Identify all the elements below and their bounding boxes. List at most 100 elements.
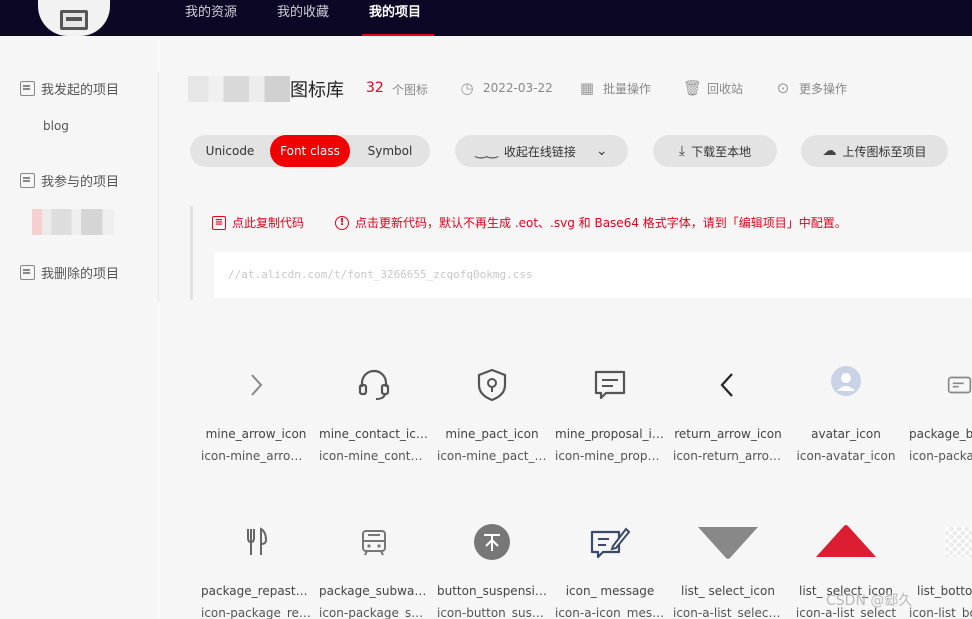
icon-tile[interactable]: avatar_icon icon-avatar_icon xyxy=(787,355,905,475)
icon-name: avatar_icon xyxy=(811,427,881,441)
icon-class: icon-package_repast_icon xyxy=(201,606,315,619)
tab-symbol[interactable]: Symbol xyxy=(350,135,430,167)
checker-icon xyxy=(905,512,972,572)
headset-icon xyxy=(315,355,433,415)
icon-count: 32 xyxy=(366,80,384,96)
icon-tile[interactable]: button_suspension icon-button_suspension xyxy=(433,512,551,619)
page-title: 图标库 xyxy=(290,80,344,101)
created-date-text: 2022-03-22 xyxy=(483,81,553,95)
icon-class: icon-package_subway_icon xyxy=(319,606,433,619)
sidebar-item-initiated[interactable]: 我发起的项目 xyxy=(20,79,119,98)
recycle-bin-label: 回收站 xyxy=(707,81,744,96)
chevron-right-icon xyxy=(197,355,315,415)
icon-class: icon-avatar_icon xyxy=(796,449,896,463)
sidebar-project-blog[interactable]: blog xyxy=(43,119,69,133)
icon-name: mine_proposal_icon xyxy=(555,427,669,441)
icon-name: mine_arrow_icon xyxy=(205,427,307,441)
icon-name: package_repast_icon xyxy=(201,584,315,598)
recycle-bin-button[interactable]: 🗑 回收站 xyxy=(683,79,743,97)
icon-name: mine_pact_icon xyxy=(445,427,539,441)
icon-tile[interactable]: mine_pact_icon icon-mine_pact_icon xyxy=(433,355,551,475)
icon-tile[interactable]: package_b icon-packa xyxy=(905,355,972,475)
alert-icon: ! xyxy=(335,215,349,230)
icon-class: icon-button_suspension xyxy=(437,606,551,619)
clock-icon: ◷ xyxy=(460,79,474,97)
mascot-logo xyxy=(38,0,110,36)
icon-class: icon-mine_proposal_icon xyxy=(555,449,669,463)
subway-icon xyxy=(315,512,433,572)
icon-name: list_ select_icon xyxy=(681,584,775,598)
icon-class: icon-list_bo xyxy=(909,606,972,619)
icon-tile[interactable]: return_arrow_icon icon-return_arrow_icon xyxy=(669,355,787,475)
nav-my-favorites[interactable]: 我的收藏 xyxy=(277,0,329,36)
document-icon xyxy=(20,81,35,96)
nav-my-projects[interactable]: 我的项目 xyxy=(369,0,421,36)
upload-label: 上传图标至项目 xyxy=(842,144,927,159)
icon-tile[interactable]: icon_ message icon-a-icon_message xyxy=(551,512,669,619)
update-code-button[interactable]: ! 点击更新代码，默认不再生成 .eot、.svg 和 Base64 格式字体，… xyxy=(335,214,847,231)
more-actions-label: 更多操作 xyxy=(799,81,848,96)
chevron-left-icon xyxy=(669,355,787,415)
trash-icon: 🗑 xyxy=(683,79,703,97)
format-tabs: Unicode Font class Symbol xyxy=(190,135,430,167)
icon-tile[interactable]: package_subway_icon icon-package_subway_… xyxy=(315,512,433,619)
document-icon xyxy=(20,265,35,280)
more-dots-icon: ⊙ xyxy=(776,79,790,97)
cloud-upload-icon: ☁ xyxy=(822,143,837,159)
card-icon xyxy=(905,355,972,415)
fork-knife-icon xyxy=(197,512,315,572)
chevron-down-icon: ⌄ xyxy=(595,143,608,159)
icon-class: icon-packa xyxy=(909,449,972,463)
icon-name: return_arrow_icon xyxy=(674,427,782,441)
css-link-field[interactable]: //at.alicdn.com/t/font_3266655_zcqofq0ok… xyxy=(214,252,972,298)
sidebar-item-deleted[interactable]: 我删除的项目 xyxy=(20,263,119,282)
icon-name: package_b xyxy=(909,427,972,441)
message-edit-icon xyxy=(551,512,669,572)
icon-name: button_suspension xyxy=(437,584,550,598)
chat-icon xyxy=(551,355,669,415)
shield-icon xyxy=(433,355,551,415)
sidebar-item-label: 我参与的项目 xyxy=(41,175,120,190)
icon-class: icon-mine_contact_icon xyxy=(319,449,433,463)
collapse-link-button[interactable]: ‿‿ 收起在线链接 ⌄ xyxy=(455,135,628,167)
collapse-link-label: 收起在线链接 xyxy=(503,144,576,159)
copy-code-button[interactable]: ≡ 点此复制代码 xyxy=(212,214,304,231)
tab-unicode[interactable]: Unicode xyxy=(190,135,270,167)
eye-closed-icon: ‿‿ xyxy=(475,143,498,159)
sidebar-item-joined[interactable]: 我参与的项目 xyxy=(20,171,119,190)
icon-tile[interactable]: mine_arrow_icon icon-mine_arrow_icon xyxy=(197,355,315,475)
icon-tile[interactable]: list_ select_icon icon-a-list_select_ico… xyxy=(669,512,787,619)
download-button[interactable]: ⤓ 下载至本地 xyxy=(653,135,777,167)
download-label: 下载至本地 xyxy=(691,144,752,159)
sidebar-project-blurred[interactable] xyxy=(32,209,114,235)
sidebar-divider xyxy=(158,72,159,302)
avatar-icon xyxy=(787,355,905,415)
icon-tile[interactable]: list_botto icon-list_bo xyxy=(905,512,972,619)
batch-operation-button[interactable]: ▦ 批量操作 xyxy=(579,79,651,97)
icon-tile[interactable]: mine_contact_icon icon-mine_contact_icon xyxy=(315,355,433,475)
project-name-blurred xyxy=(188,76,290,102)
triangle-up-icon xyxy=(787,512,905,572)
triangle-down-icon xyxy=(669,512,787,572)
icon-class: icon-mine_pact_icon xyxy=(437,449,551,463)
icon-count-unit: 个图标 xyxy=(392,83,429,97)
icon-class: icon-return_arrow_icon xyxy=(673,449,787,463)
icon-name: icon_ message xyxy=(565,584,655,598)
created-date: ◷ 2022-03-22 xyxy=(459,79,553,97)
icon-tile[interactable]: mine_proposal_icon icon-mine_proposal_ic… xyxy=(551,355,669,475)
icon-class: icon-a-icon_message xyxy=(555,606,669,619)
download-icon: ⤓ xyxy=(678,143,686,159)
icon-name: package_subway_icon xyxy=(319,584,433,598)
batch-operation-label: 批量操作 xyxy=(603,81,652,96)
top-nav: 我的资源 我的收藏 我的项目 xyxy=(0,0,972,36)
more-actions-button[interactable]: ⊙ 更多操作 xyxy=(775,79,847,97)
nav-my-resources[interactable]: 我的资源 xyxy=(185,0,237,36)
icon-name: list_botto xyxy=(917,584,972,598)
upload-button[interactable]: ☁ 上传图标至项目 xyxy=(801,135,948,167)
icon-tile[interactable]: package_repast_icon icon-package_repast_… xyxy=(197,512,315,619)
document-icon xyxy=(20,173,35,188)
watermark: CSDN @郄久 xyxy=(826,593,913,609)
tab-font-class[interactable]: Font class xyxy=(270,135,350,167)
copy-icon: ≡ xyxy=(212,215,226,230)
copy-code-label: 点此复制代码 xyxy=(232,216,305,230)
